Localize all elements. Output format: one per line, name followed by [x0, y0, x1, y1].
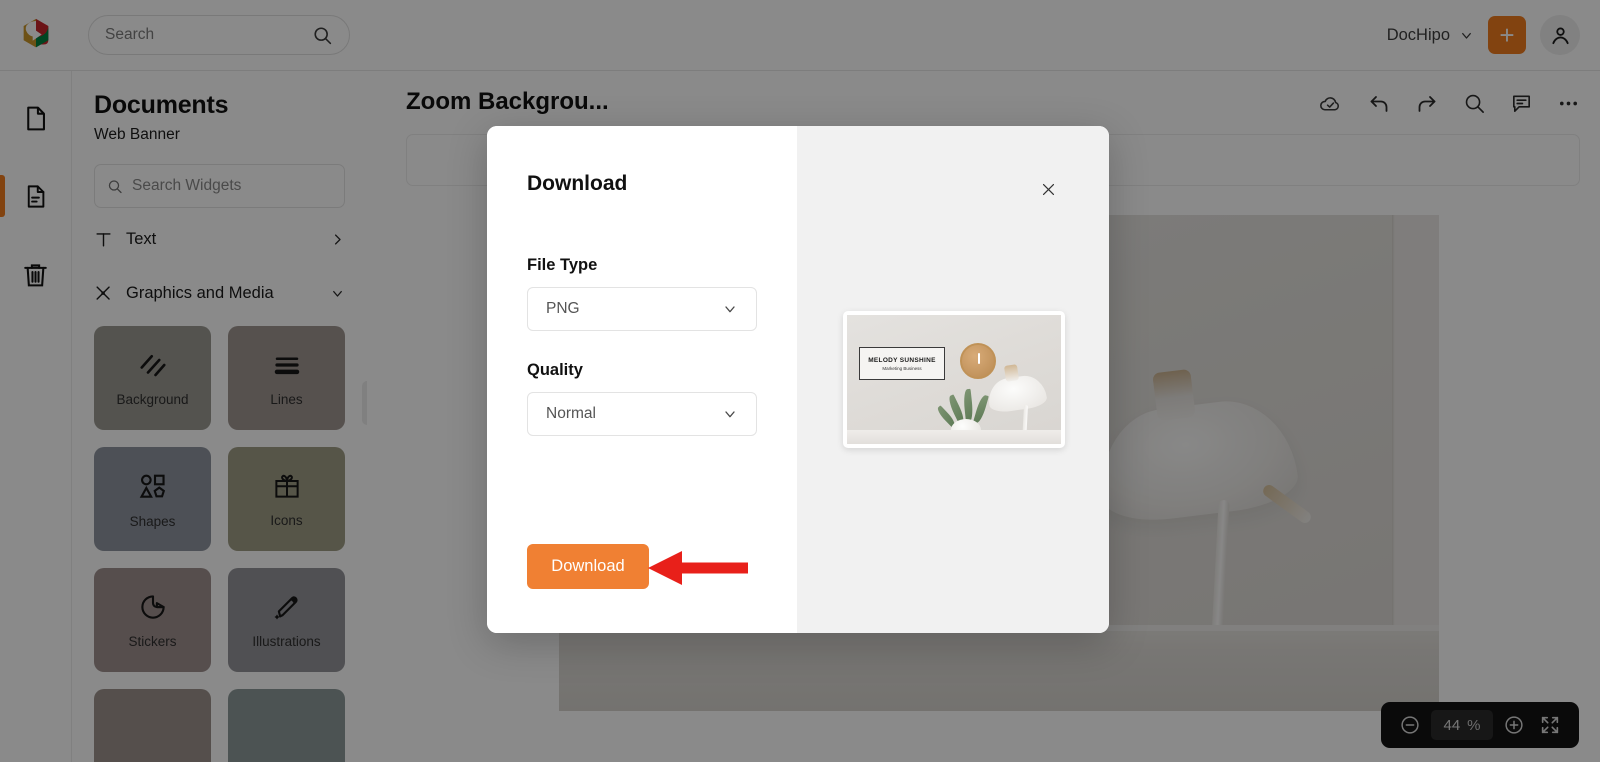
- file-type-value: PNG: [546, 300, 580, 317]
- preview-desk: [847, 430, 1061, 444]
- quality-value: Normal: [546, 405, 596, 422]
- preview-wall-clock: [960, 343, 996, 379]
- quality-select[interactable]: Normal: [527, 392, 757, 436]
- download-dialog: Download File Type PNG Quality Normal Do…: [487, 126, 1109, 633]
- preview-sign: MELODY SUNSHINE Marketing Business: [859, 347, 945, 380]
- close-icon[interactable]: [1035, 176, 1061, 202]
- preview-plant-leaf: [973, 394, 989, 425]
- document-preview: MELODY SUNSHINE Marketing Business: [843, 311, 1065, 448]
- preview-lamp-cap: [1003, 364, 1020, 382]
- download-button-label: Download: [551, 557, 625, 575]
- quality-label: Quality: [527, 361, 583, 379]
- preview-plant-leaf: [962, 388, 974, 423]
- file-type-select[interactable]: PNG: [527, 287, 757, 331]
- chevron-down-icon: [725, 411, 735, 418]
- chevron-down-icon: [725, 306, 735, 313]
- preview-sign-line1: MELODY SUNSHINE: [868, 356, 936, 364]
- download-dialog-form: Download File Type PNG Quality Normal Do…: [487, 126, 797, 633]
- download-dialog-preview-pane: MELODY SUNSHINE Marketing Business: [797, 126, 1109, 633]
- dialog-title: Download: [527, 172, 628, 195]
- download-button[interactable]: Download: [527, 544, 649, 589]
- red-pointer-arrow: [648, 551, 748, 585]
- file-type-label: File Type: [527, 256, 598, 274]
- preview-sign-line2: Marketing Business: [882, 365, 922, 371]
- preview-artwork: MELODY SUNSHINE Marketing Business: [847, 315, 1061, 444]
- app-root: DocHipo +: [0, 0, 1600, 762]
